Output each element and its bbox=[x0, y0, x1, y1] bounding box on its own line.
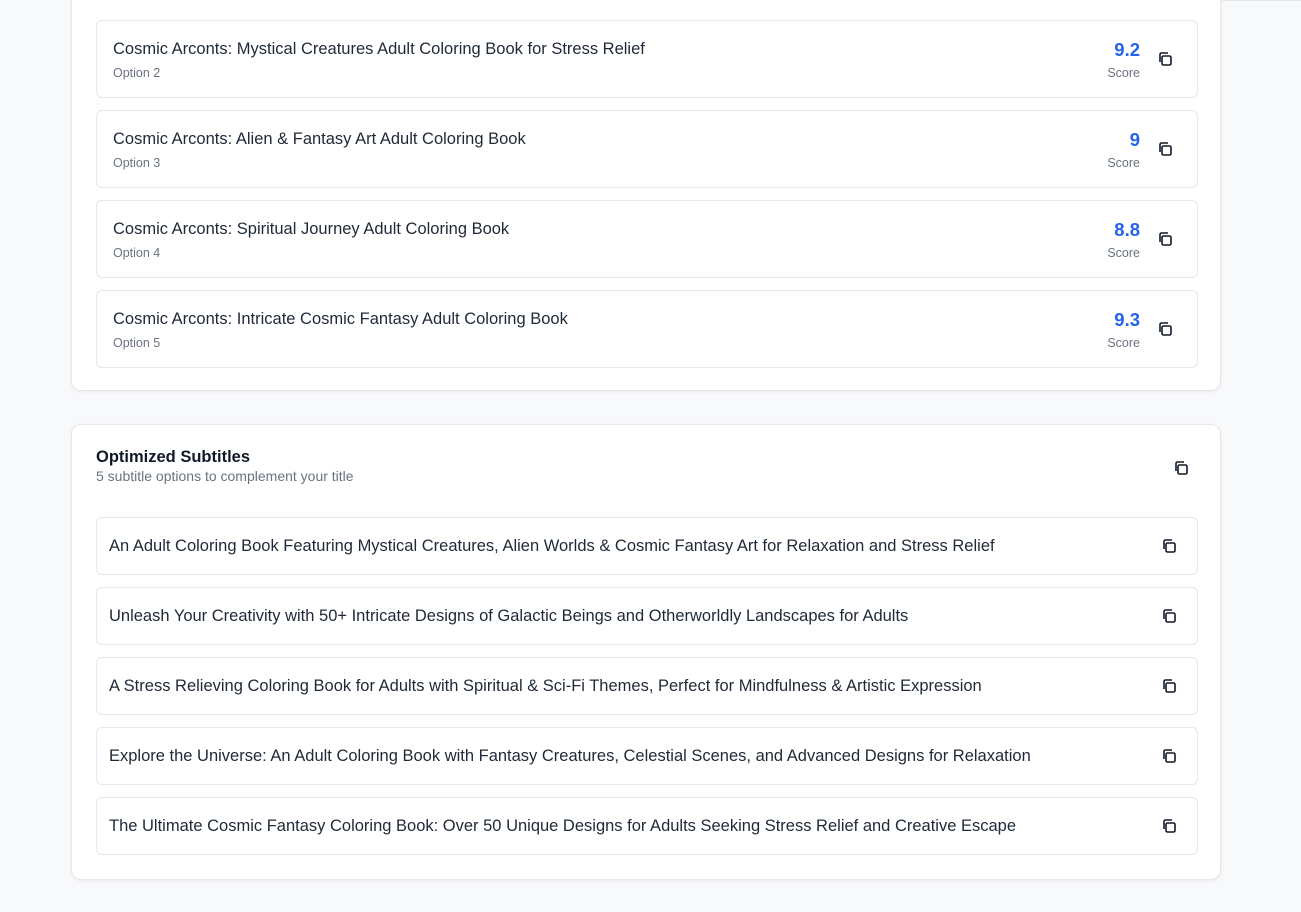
option-label: Option 2 bbox=[113, 66, 161, 80]
subtitle-item: Explore the Universe: An Adult Coloring … bbox=[96, 727, 1198, 785]
score-label: Score bbox=[1107, 156, 1140, 170]
copy-icon bbox=[1163, 819, 1176, 833]
score-value: 9.2 bbox=[1114, 39, 1140, 60]
subtitle-item: A Stress Relieving Coloring Book for Adu… bbox=[96, 657, 1198, 715]
option-label: Option 5 bbox=[113, 336, 161, 350]
score-value: 9.3 bbox=[1114, 309, 1140, 330]
subtitle-text: A Stress Relieving Coloring Book for Adu… bbox=[109, 677, 982, 695]
optimized-titles-card: Cosmic Arconts: Mystical Creatures Adult… bbox=[71, 0, 1221, 391]
copy-title-button[interactable] bbox=[1154, 318, 1176, 340]
copy-icon bbox=[1159, 52, 1172, 66]
optimized-subtitles-card: Optimized Subtitles 5 subtitle options t… bbox=[71, 424, 1221, 880]
title-text: Cosmic Arconts: Spiritual Journey Adult … bbox=[113, 220, 510, 238]
copy-title-button[interactable] bbox=[1154, 138, 1176, 160]
copy-all-subtitles-button[interactable] bbox=[1170, 457, 1192, 479]
title-text: Cosmic Arconts: Intricate Cosmic Fantasy… bbox=[113, 310, 568, 328]
subtitle-item: The Ultimate Cosmic Fantasy Coloring Boo… bbox=[96, 797, 1198, 855]
subtitle-text: Explore the Universe: An Adult Coloring … bbox=[109, 747, 1031, 765]
score-label: Score bbox=[1107, 336, 1140, 350]
section-description: 5 subtitle options to complement your ti… bbox=[96, 468, 354, 484]
header-divider bbox=[1222, 0, 1301, 1]
copy-icon bbox=[1159, 232, 1172, 246]
copy-icon bbox=[1159, 142, 1172, 156]
copy-icon bbox=[1159, 322, 1172, 336]
subtitle-text: The Ultimate Cosmic Fantasy Coloring Boo… bbox=[109, 817, 1017, 835]
copy-subtitle-button[interactable] bbox=[1158, 745, 1180, 767]
title-text: Cosmic Arconts: Mystical Creatures Adult… bbox=[113, 40, 645, 58]
score-label: Score bbox=[1107, 246, 1140, 260]
section-title: Optimized Subtitles bbox=[96, 448, 251, 466]
copy-icon bbox=[1163, 749, 1176, 763]
copy-title-button[interactable] bbox=[1154, 48, 1176, 70]
score-value: 8.8 bbox=[1114, 219, 1140, 240]
copy-icon bbox=[1163, 609, 1176, 623]
copy-subtitle-button[interactable] bbox=[1158, 815, 1180, 837]
copy-icon bbox=[1175, 461, 1188, 475]
option-label: Option 3 bbox=[113, 156, 161, 170]
copy-subtitle-button[interactable] bbox=[1158, 535, 1180, 557]
title-item: Cosmic Arconts: Mystical Creatures Adult… bbox=[96, 20, 1198, 98]
score-label: Score bbox=[1107, 66, 1140, 80]
subtitle-item: Unleash Your Creativity with 50+ Intrica… bbox=[96, 587, 1198, 645]
title-item: Cosmic Arconts: Spiritual Journey Adult … bbox=[96, 200, 1198, 278]
option-label: Option 4 bbox=[113, 246, 161, 260]
title-item: Cosmic Arconts: Alien & Fantasy Art Adul… bbox=[96, 110, 1198, 188]
subtitle-text: Unleash Your Creativity with 50+ Intrica… bbox=[109, 607, 909, 625]
copy-title-button[interactable] bbox=[1154, 228, 1176, 250]
subtitle-item: An Adult Coloring Book Featuring Mystica… bbox=[96, 517, 1198, 575]
title-item: Cosmic Arconts: Intricate Cosmic Fantasy… bbox=[96, 290, 1198, 368]
copy-subtitle-button[interactable] bbox=[1158, 675, 1180, 697]
copy-subtitle-button[interactable] bbox=[1158, 605, 1180, 627]
score-value: 9 bbox=[1129, 129, 1140, 150]
title-text: Cosmic Arconts: Alien & Fantasy Art Adul… bbox=[113, 130, 526, 148]
subtitle-text: An Adult Coloring Book Featuring Mystica… bbox=[109, 537, 995, 555]
copy-icon bbox=[1163, 679, 1176, 693]
copy-icon bbox=[1163, 539, 1176, 553]
